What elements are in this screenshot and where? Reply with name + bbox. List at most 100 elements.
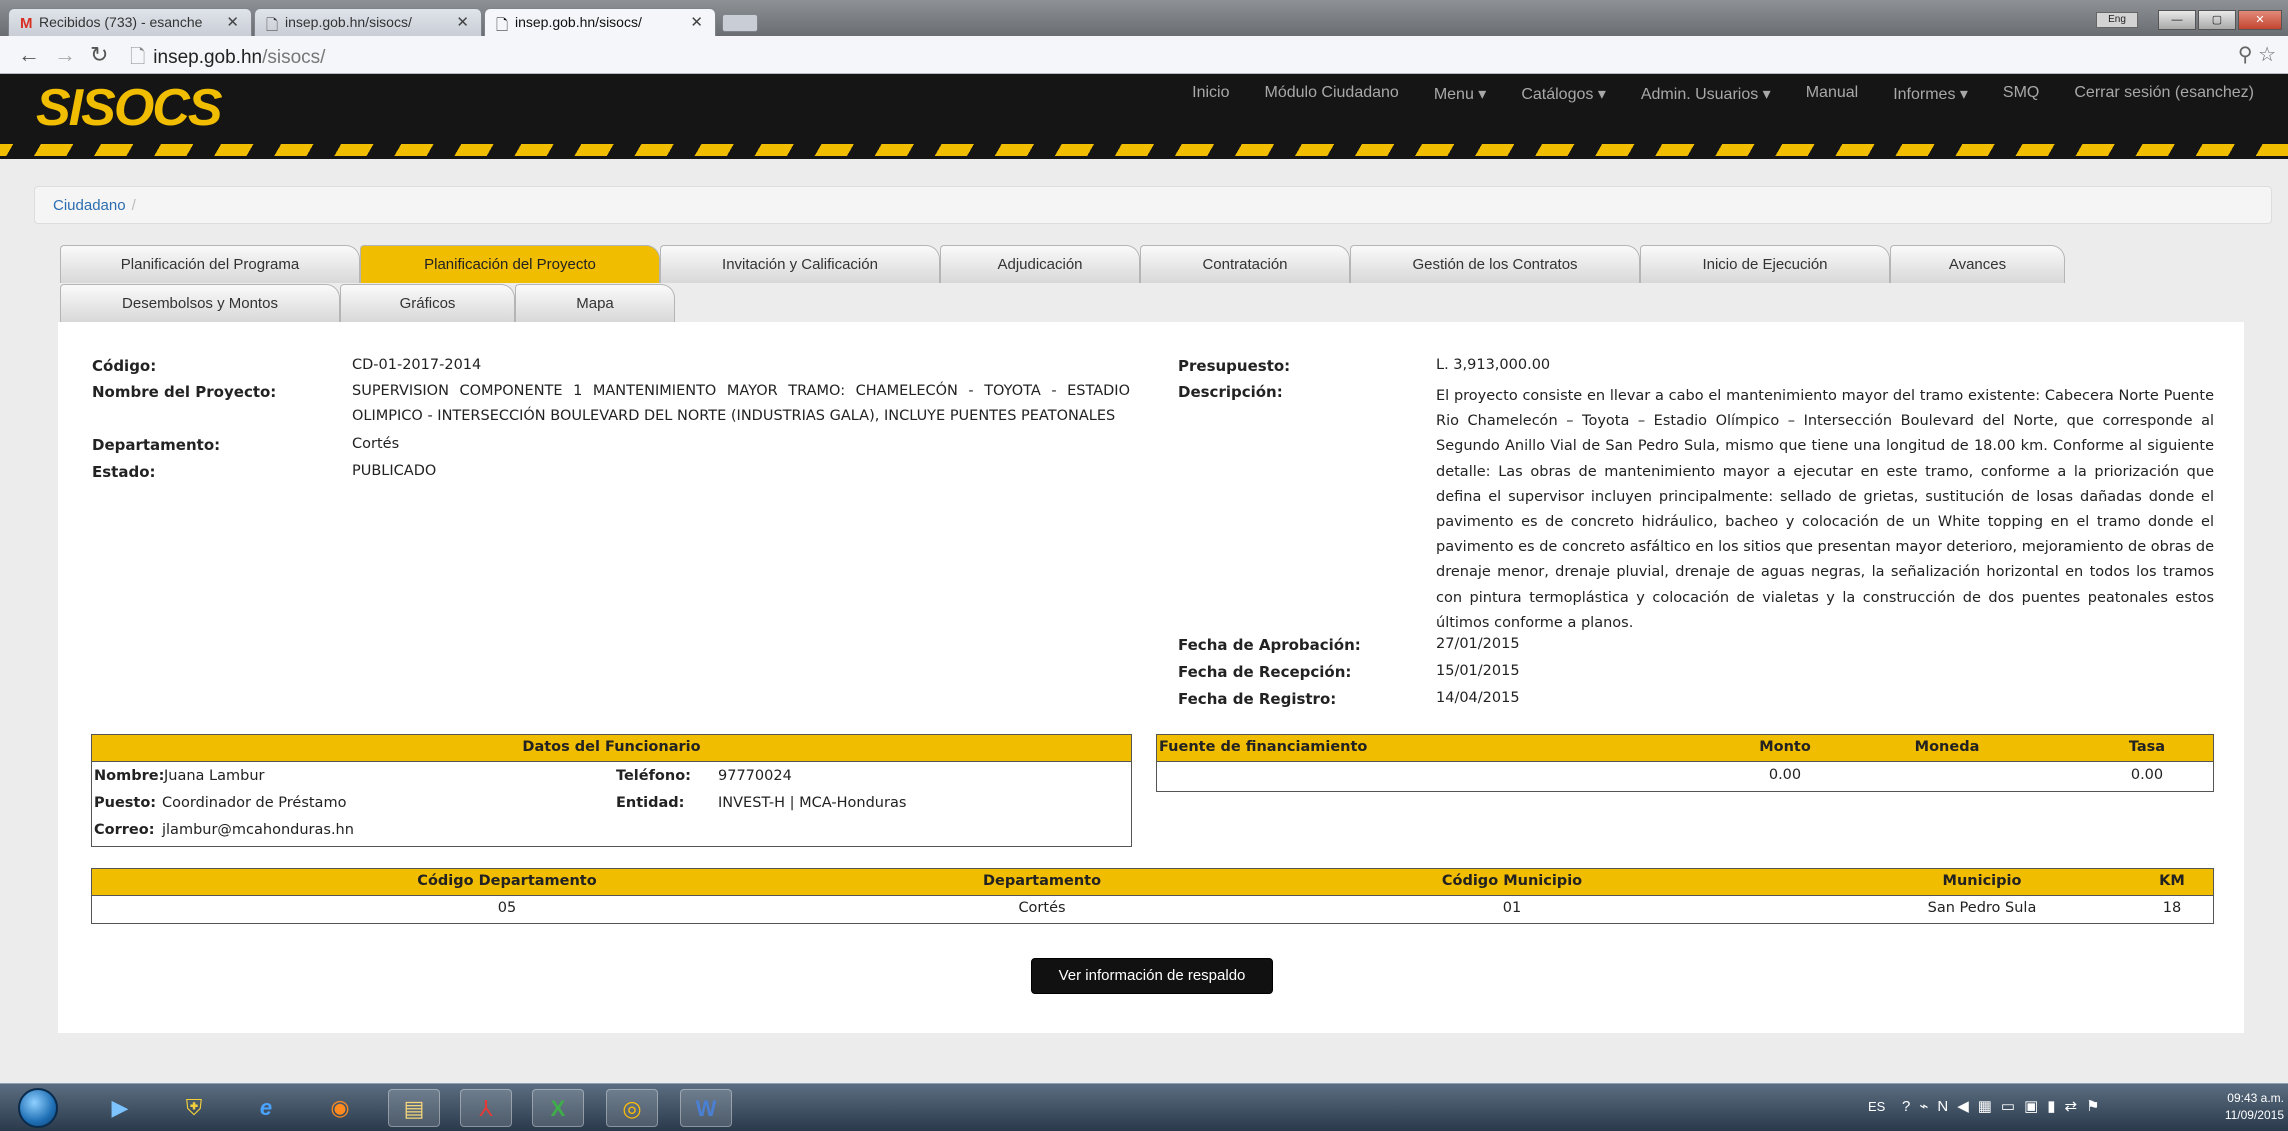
funcionario-header: Datos del Funcionario [92,735,1131,762]
ubicacion-table: Código Departamento Departamento Código … [91,868,2214,924]
browser-tab-sisocs-active[interactable]: 🗋 insep.gob.hn/sisocs/ ✕ [484,8,716,36]
sisocs-logo[interactable]: SISOCS [36,78,222,138]
tab-planificacion-programa[interactable]: Planificación del Programa [60,245,360,283]
funcionario-nombre-label: Nombre: [94,768,165,784]
presupuesto-value: L. 3,913,000.00 [1436,357,1551,373]
funcionario-puesto-value: Coordinador de Préstamo [162,795,347,811]
tray-icons[interactable]: ?⌁N◀▦▭▣▮⇄⚑ [1902,1097,2109,1115]
financiamiento-header: Fuente de financiamiento Monto Moneda Ta… [1157,735,2213,762]
tab-mapa[interactable]: Mapa [515,284,675,322]
pdf-reader-icon[interactable]: ⅄ [460,1089,512,1127]
fecha-registro-label: Fecha de Registro: [1178,690,1337,708]
language-indicator[interactable]: ES [1868,1099,1885,1114]
descripcion-value: El proyecto consiste en llevar a cabo el… [1436,388,2214,631]
bookmark-star-icon[interactable]: ⚲ ☆ [2238,42,2276,67]
tab-invitacion-calificacion[interactable]: Invitación y Calificación [660,245,940,283]
clock-time: 09:43 a.m. [2227,1091,2284,1105]
nombre-proyecto-label: Nombre del Proyecto: [92,383,277,401]
nav-catalogos[interactable]: Catálogos ▾ [1521,84,1606,104]
clock-date: 11/09/2015 [2224,1108,2284,1122]
minimize-button[interactable]: — [2158,10,2196,30]
nav-informes[interactable]: Informes ▾ [1893,84,1968,104]
clock[interactable]: 09:43 a.m. 11/09/2015 [2225,1090,2284,1124]
language-badge: Eng [2096,12,2138,28]
financiamiento-tasa-value: 0.00 [2130,767,2164,783]
financiamiento-monto-value: 0.00 [1768,767,1802,783]
back-arrow-icon[interactable]: ← [18,42,40,68]
financiamiento-col-fuente: Fuente de financiamiento [1159,739,1368,755]
url-field[interactable]: 🗋 insep.gob.hn/sisocs/ [124,41,2174,69]
ubicacion-col-municipio: Municipio [1942,873,2022,889]
ubicacion-departamento-value: Cortés [1018,900,1066,916]
nav-modulo-ciudadano[interactable]: Módulo Ciudadano [1265,84,1399,104]
tab-adjudicacion[interactable]: Adjudicación [940,245,1140,283]
nav-admin-usuarios[interactable]: Admin. Usuarios ▾ [1641,84,1771,104]
close-icon[interactable]: ✕ [226,13,239,31]
breadcrumb-ciudadano[interactable]: Ciudadano [53,197,126,214]
address-bar: ← → ↻ 🗋 insep.gob.hn/sisocs/ ⚲ ☆ [0,36,2288,74]
browser-tab-gmail[interactable]: M Recibidos (733) - esanche ✕ [8,8,252,36]
breadcrumb: Ciudadano / [34,186,2272,224]
ubicacion-header: Código Departamento Departamento Código … [92,869,2213,896]
excel-icon[interactable]: X [532,1089,584,1127]
financiamiento-col-moneda: Moneda [1914,739,1980,755]
tab-graficos[interactable]: Gráficos [340,284,515,322]
nav-smq[interactable]: SMQ [2003,84,2039,104]
page-icon: 🗋 [266,17,279,34]
forward-arrow-icon[interactable]: → [54,42,76,68]
word-icon[interactable]: W [680,1089,732,1127]
descripcion-label: Descripción: [1178,383,1283,401]
presupuesto-label: Presupuesto: [1178,357,1291,375]
departamento-value: Cortés [352,436,400,452]
financiamiento-table: Fuente de financiamiento Monto Moneda Ta… [1156,734,2214,792]
nav-inicio[interactable]: Inicio [1192,84,1229,104]
browser-tabstrip: M Recibidos (733) - esanche ✕ 🗋 insep.go… [0,0,2288,36]
ubicacion-col-km: KM [2159,873,2185,889]
funcionario-telefono-label: Teléfono: [616,768,691,784]
page-icon: 🗋 [496,17,509,34]
codigo-value: CD-01-2017-2014 [352,357,482,373]
security-shield-icon[interactable]: ⛨ [168,1089,220,1127]
page-icon: 🗋 [130,47,146,68]
tab-inicio-ejecucion[interactable]: Inicio de Ejecución [1640,245,1890,283]
nombre-proyecto-value-line2: OLIMPICO - INTERSECCIÓN BOULEVARD DEL NO… [352,408,1116,424]
fecha-aprobacion-value: 27/01/2015 [1436,636,1520,652]
funcionario-correo-value: jlambur@mcahonduras.hn [162,822,354,838]
tab-gestion-contratos[interactable]: Gestión de los Contratos [1350,245,1640,283]
internet-explorer-icon[interactable]: e [240,1089,292,1127]
codigo-label: Código: [92,357,157,375]
tab-avances[interactable]: Avances [1890,245,2065,283]
funcionario-table: Datos del Funcionario Nombre: Juana Lamb… [91,734,1132,847]
media-player-icon[interactable]: ▶ [94,1089,146,1127]
system-tray: ES ?⌁N◀▦▭▣▮⇄⚑ 09:43 a.m. 11/09/2015 [1868,1084,2288,1131]
funcionario-entidad-label: Entidad: [616,795,685,811]
tab-planificacion-proyecto[interactable]: Planificación del Proyecto [360,245,660,283]
ubicacion-municipio-value: San Pedro Sula [1927,900,2037,916]
top-navigation: Inicio Módulo Ciudadano Menu ▾ Catálogos… [1192,84,2254,104]
estado-value: PUBLICADO [352,463,437,479]
reload-icon[interactable]: ↻ [90,42,108,68]
maximize-button[interactable]: ▢ [2198,10,2236,30]
browser-tab-sisocs-1[interactable]: 🗋 insep.gob.hn/sisocs/ ✕ [254,8,482,36]
fecha-registro-value: 14/04/2015 [1436,690,1520,706]
start-button[interactable] [18,1088,58,1128]
close-icon[interactable]: ✕ [456,13,469,31]
window-close-button[interactable]: ✕ [2238,10,2282,30]
chrome-icon[interactable]: ◎ [606,1089,658,1127]
financiamiento-col-tasa: Tasa [2128,739,2166,755]
nav-menu[interactable]: Menu ▾ [1434,84,1487,104]
new-tab-button[interactable] [722,14,758,32]
funcionario-title: Datos del Funcionario [522,739,701,755]
financiamiento-col-monto: Monto [1759,739,1811,755]
ver-respaldo-button[interactable]: Ver información de respaldo [1031,958,1273,994]
file-explorer-icon[interactable]: ▤ [388,1089,440,1127]
firefox-icon[interactable]: ◉ [314,1089,366,1127]
tab-desembolsos-montos[interactable]: Desembolsos y Montos [60,284,340,322]
tab-contratacion[interactable]: Contratación [1140,245,1350,283]
close-icon[interactable]: ✕ [690,13,703,31]
nav-manual[interactable]: Manual [1806,84,1858,104]
ubicacion-col-departamento: Departamento [982,873,1102,889]
hazard-stripe [0,144,2288,156]
ubicacion-codigo-municipio-value: 01 [1502,900,1522,916]
nav-cerrar-sesion[interactable]: Cerrar sesión (esanchez) [2074,84,2254,104]
